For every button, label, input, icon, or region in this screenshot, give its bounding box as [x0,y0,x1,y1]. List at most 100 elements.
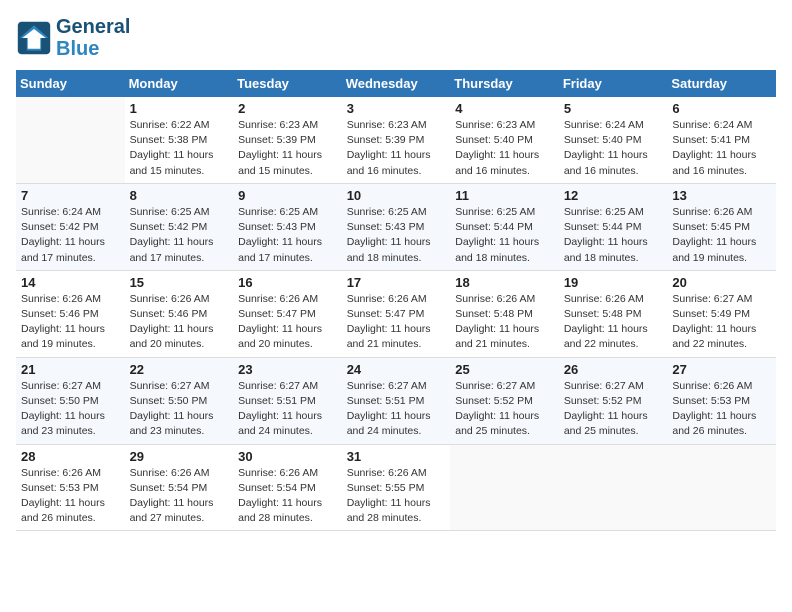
weekday-header-row: SundayMondayTuesdayWednesdayThursdayFrid… [16,70,776,97]
calendar-cell: 9Sunrise: 6:25 AMSunset: 5:43 PMDaylight… [233,183,342,270]
day-number: 28 [21,449,120,464]
day-number: 29 [130,449,229,464]
calendar-cell: 14Sunrise: 6:26 AMSunset: 5:46 PMDayligh… [16,270,125,357]
day-number: 17 [347,275,446,290]
logo-text: General Blue [56,16,130,60]
day-info: Sunrise: 6:26 AMSunset: 5:46 PMDaylight:… [21,292,120,353]
weekday-header: Monday [125,70,234,97]
calendar-cell: 13 Sunrise: 6:26 AMSunset: 5:45 PMDayligh… [667,183,776,270]
day-info: Sunrise: 6:26 AMSunset: 5:54 PMDaylight:… [238,466,337,527]
day-info: Sunrise: 6:26 AMSunset: 5:55 PMDaylight:… [347,466,446,527]
day-info: Sunrise: 6:26 AMSunset: 5:53 PMDaylight:… [672,379,771,440]
day-number: 26 [564,362,663,377]
calendar-week-row: 1 Sunrise: 6:22 AMSunset: 5:38 PMDaylight… [16,97,776,183]
day-info: Sunrise: 6:24 AMSunset: 5:40 PMDaylight:… [564,118,663,179]
day-number: 8 [130,188,229,203]
day-info: Sunrise: 6:26 AMSunset: 5:53 PMDaylight:… [21,466,120,527]
day-number: 27 [672,362,771,377]
day-info: Sunrise: 6:25 AMSunset: 5:44 PMDaylight:… [564,205,663,266]
day-info: Sunrise: 6:25 AMSunset: 5:44 PMDaylight:… [455,205,554,266]
calendar-cell: 18Sunrise: 6:26 AMSunset: 5:48 PMDayligh… [450,270,559,357]
calendar-cell: 7 Sunrise: 6:24 AMSunset: 5:42 PMDaylight… [16,183,125,270]
day-number: 5 [564,101,663,116]
day-info: Sunrise: 6:26 AMSunset: 5:48 PMDaylight:… [564,292,663,353]
calendar-week-row: 7 Sunrise: 6:24 AMSunset: 5:42 PMDaylight… [16,183,776,270]
calendar-cell: 6 Sunrise: 6:24 AMSunset: 5:41 PMDaylight… [667,97,776,183]
calendar-cell: 10 Sunrise: 6:25 AMSunset: 5:43 PMDayligh… [342,183,451,270]
calendar-cell [450,444,559,531]
day-number: 13 [672,188,771,203]
calendar-cell: 21Sunrise: 6:27 AMSunset: 5:50 PMDayligh… [16,357,125,444]
weekday-header: Sunday [16,70,125,97]
calendar-cell: 1 Sunrise: 6:22 AMSunset: 5:38 PMDaylight… [125,97,234,183]
calendar-cell: 22Sunrise: 6:27 AMSunset: 5:50 PMDayligh… [125,357,234,444]
calendar-cell: 16 Sunrise: 6:26 AMSunset: 5:47 PMDayligh… [233,270,342,357]
calendar-cell [16,97,125,183]
calendar-cell: 4 Sunrise: 6:23 AMSunset: 5:40 PMDaylight… [450,97,559,183]
day-info: Sunrise: 6:26 AMSunset: 5:48 PMDaylight:… [455,292,554,353]
day-number: 6 [672,101,771,116]
calendar-cell: 29 Sunrise: 6:26 AMSunset: 5:54 PMDayligh… [125,444,234,531]
calendar-table: SundayMondayTuesdayWednesdayThursdayFrid… [16,70,776,531]
day-info: Sunrise: 6:23 AMSunset: 5:39 PMDaylight:… [347,118,446,179]
day-info: Sunrise: 6:26 AMSunset: 5:45 PMDaylight:… [672,205,771,266]
calendar-cell [667,444,776,531]
day-info: Sunrise: 6:27 AMSunset: 5:50 PMDaylight:… [130,379,229,440]
day-info: Sunrise: 6:26 AMSunset: 5:47 PMDaylight:… [238,292,337,353]
calendar-cell: 2Sunrise: 6:23 AMSunset: 5:39 PMDaylight… [233,97,342,183]
day-info: Sunrise: 6:26 AMSunset: 5:47 PMDaylight:… [347,292,446,353]
calendar-week-row: 21Sunrise: 6:27 AMSunset: 5:50 PMDayligh… [16,357,776,444]
day-info: Sunrise: 6:25 AMSunset: 5:42 PMDaylight:… [130,205,229,266]
calendar-cell: 19Sunrise: 6:26 AMSunset: 5:48 PMDayligh… [559,270,668,357]
day-number: 30 [238,449,337,464]
day-info: Sunrise: 6:24 AMSunset: 5:41 PMDaylight:… [672,118,771,179]
weekday-header: Saturday [667,70,776,97]
day-number: 31 [347,449,446,464]
day-number: 23 [238,362,337,377]
calendar-cell: 25 Sunrise: 6:27 AMSunset: 5:52 PMDayligh… [450,357,559,444]
day-number: 16 [238,275,337,290]
day-number: 3 [347,101,446,116]
weekday-header: Friday [559,70,668,97]
day-number: 7 [21,188,120,203]
day-number: 1 [130,101,229,116]
day-number: 12 [564,188,663,203]
day-info: Sunrise: 6:26 AMSunset: 5:46 PMDaylight:… [130,292,229,353]
calendar-cell: 15 Sunrise: 6:26 AMSunset: 5:46 PMDayligh… [125,270,234,357]
logo-icon [16,20,52,56]
logo: General Blue [16,16,130,60]
day-info: Sunrise: 6:27 AMSunset: 5:52 PMDaylight:… [564,379,663,440]
calendar-week-row: 14Sunrise: 6:26 AMSunset: 5:46 PMDayligh… [16,270,776,357]
day-info: Sunrise: 6:23 AMSunset: 5:40 PMDaylight:… [455,118,554,179]
calendar-cell: 27 Sunrise: 6:26 AMSunset: 5:53 PMDayligh… [667,357,776,444]
calendar-cell: 28 Sunrise: 6:26 AMSunset: 5:53 PMDayligh… [16,444,125,531]
calendar-cell: 23 Sunrise: 6:27 AMSunset: 5:51 PMDayligh… [233,357,342,444]
day-info: Sunrise: 6:27 AMSunset: 5:51 PMDaylight:… [238,379,337,440]
calendar-cell: 3 Sunrise: 6:23 AMSunset: 5:39 PMDaylight… [342,97,451,183]
day-info: Sunrise: 6:27 AMSunset: 5:49 PMDaylight:… [672,292,771,353]
calendar-cell [559,444,668,531]
day-number: 10 [347,188,446,203]
day-number: 25 [455,362,554,377]
calendar-week-row: 28 Sunrise: 6:26 AMSunset: 5:53 PMDayligh… [16,444,776,531]
calendar-cell: 24 Sunrise: 6:27 AMSunset: 5:51 PMDayligh… [342,357,451,444]
day-info: Sunrise: 6:27 AMSunset: 5:51 PMDaylight:… [347,379,446,440]
page-header: General Blue [16,16,776,60]
day-number: 20 [672,275,771,290]
day-info: Sunrise: 6:27 AMSunset: 5:52 PMDaylight:… [455,379,554,440]
day-number: 24 [347,362,446,377]
calendar-cell: 11 Sunrise: 6:25 AMSunset: 5:44 PMDayligh… [450,183,559,270]
day-number: 9 [238,188,337,203]
day-info: Sunrise: 6:24 AMSunset: 5:42 PMDaylight:… [21,205,120,266]
calendar-cell: 20 Sunrise: 6:27 AMSunset: 5:49 PMDayligh… [667,270,776,357]
day-info: Sunrise: 6:22 AMSunset: 5:38 PMDaylight:… [130,118,229,179]
day-number: 11 [455,188,554,203]
day-info: Sunrise: 6:26 AMSunset: 5:54 PMDaylight:… [130,466,229,527]
calendar-cell: 5 Sunrise: 6:24 AMSunset: 5:40 PMDaylight… [559,97,668,183]
day-number: 15 [130,275,229,290]
day-info: Sunrise: 6:25 AMSunset: 5:43 PMDaylight:… [347,205,446,266]
day-number: 4 [455,101,554,116]
day-info: Sunrise: 6:27 AMSunset: 5:50 PMDaylight:… [21,379,120,440]
weekday-header: Tuesday [233,70,342,97]
calendar-cell: 8 Sunrise: 6:25 AMSunset: 5:42 PMDaylight… [125,183,234,270]
